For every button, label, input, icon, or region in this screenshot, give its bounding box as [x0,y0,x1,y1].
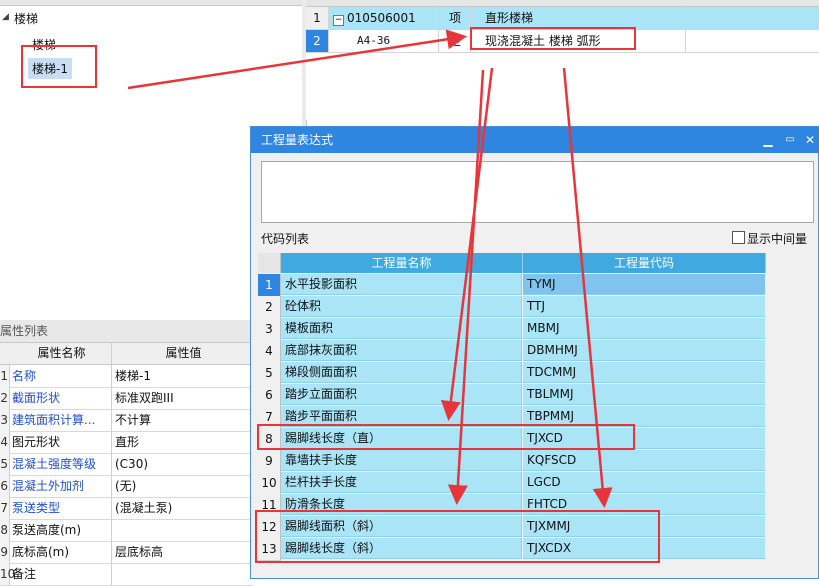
arrow-tree-to-item [127,29,467,90]
arrow-to-row-8 [440,67,494,421]
arrow-to-row-12 [447,69,485,505]
arrow-to-row-13 [562,67,613,508]
annotation-arrows [127,29,613,508]
